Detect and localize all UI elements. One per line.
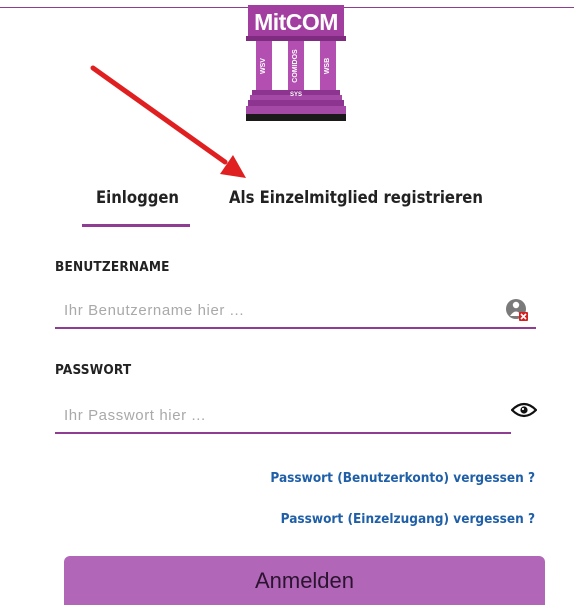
tab-login[interactable]: Einloggen: [96, 188, 179, 207]
red-arrow-icon: [90, 65, 246, 178]
user-clear-icon[interactable]: [505, 298, 529, 322]
username-input[interactable]: [55, 293, 536, 329]
password-input[interactable]: [55, 398, 511, 434]
password-label: PASSWORT: [55, 362, 132, 378]
eye-icon[interactable]: [511, 402, 537, 418]
login-button[interactable]: Anmelden: [64, 556, 545, 605]
forgot-account-password-link[interactable]: Passwort (Benutzerkonto) vergessen ?: [270, 470, 535, 486]
active-tab-indicator: [82, 224, 190, 227]
login-page: MitCOM WSV COMIDOS WSB SYS Einloggen Als…: [0, 0, 574, 605]
forgot-single-password-link[interactable]: Passwort (Einzelzugang) vergessen ?: [281, 511, 535, 527]
tab-register[interactable]: Als Einzelmitglied registrieren: [229, 188, 483, 207]
username-label: BENUTZERNAME: [55, 259, 170, 275]
auth-tabs: Einloggen Als Einzelmitglied registriere…: [0, 183, 574, 229]
